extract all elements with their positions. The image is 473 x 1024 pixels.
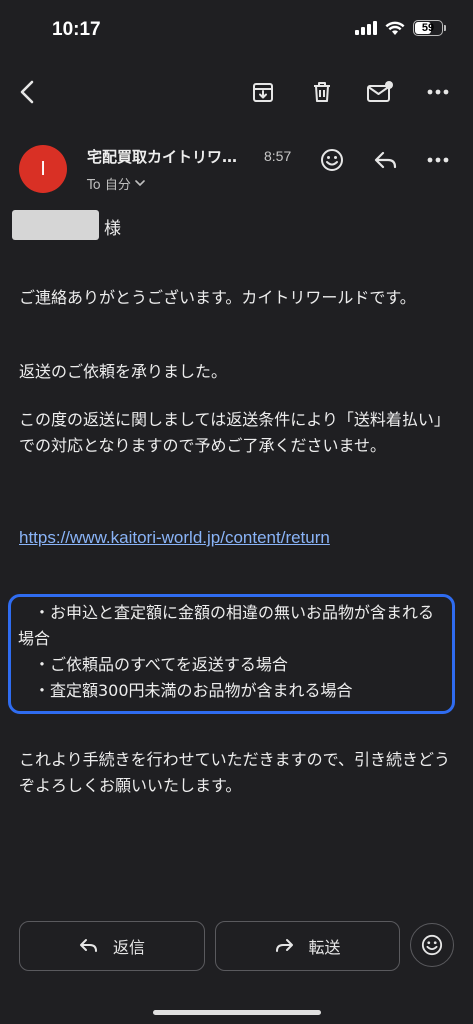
reply-label: 返信 (112, 938, 145, 957)
back-chevron-icon (20, 80, 34, 104)
recipient-details-toggle[interactable]: To 自分 (87, 174, 145, 193)
message-more-button[interactable] (420, 142, 456, 178)
body-paragraph-shipping: この度の返送に関しましては返送条件により「送料着払い」での対応となりますので予め… (19, 410, 450, 455)
return-policy-link[interactable]: https://www.kaitori-world.jp/content/ret… (19, 528, 330, 548)
reply-header-button[interactable] (368, 142, 404, 178)
status-icons: 59 (355, 20, 446, 36)
body-paragraph-greeting: ご連絡ありがとうございます。カイトリワールドです。 (19, 288, 416, 307)
emoji-reaction-button[interactable] (314, 142, 350, 178)
message-time: 8:57 (264, 148, 292, 164)
cellular-signal-icon (355, 21, 377, 35)
trash-icon (314, 82, 330, 102)
redacted-name (12, 210, 99, 240)
condition-item: ・ご依頼品のすべてを返送する場合 (18, 655, 288, 674)
battery-icon: 59 (413, 20, 446, 36)
forward-button[interactable]: 転送 (215, 921, 400, 971)
reply-button[interactable]: 返信 (19, 921, 205, 971)
mail-screen: 10:17 59 I 宅配買取カイトリワ… 8:57 To 自分 様 ご連絡あり… (0, 0, 473, 1024)
delete-button[interactable] (302, 72, 342, 112)
body-paragraph-closing: これより手続きを行わせていただきますので、引き続きどうぞよろしくお願いいたします… (19, 750, 451, 795)
status-time: 10:17 (52, 19, 101, 40)
return-conditions-list: ・お申込と査定額に金額の相違の無いお品物が含まれる場合 ・ご依頼品のすべてを返送… (18, 600, 444, 704)
battery-level: 59 (421, 22, 435, 34)
honorific: 様 (104, 219, 121, 239)
back-button[interactable] (8, 72, 48, 112)
archive-button[interactable] (243, 72, 283, 112)
forward-icon (276, 939, 294, 952)
mark-unread-button[interactable] (360, 72, 400, 112)
more-dots-icon (427, 157, 449, 163)
emoji-icon (321, 149, 343, 171)
condition-item: ・査定額300円未満のお品物が含まれる場合 (18, 681, 353, 700)
home-indicator[interactable] (153, 1010, 321, 1015)
sender-avatar[interactable]: I (19, 145, 67, 193)
reply-icon (79, 939, 97, 952)
status-bar: 10:17 59 (0, 0, 473, 62)
archive-icon (253, 83, 273, 102)
mail-toolbar (0, 62, 473, 122)
emoji-react-button[interactable] (410, 923, 454, 967)
chevron-down-icon (135, 180, 145, 187)
sender-initial: I (40, 157, 46, 180)
more-options-button[interactable] (418, 72, 458, 112)
mark-unread-icon (367, 81, 393, 102)
reply-icon (374, 151, 397, 169)
sender-name[interactable]: 宅配買取カイトリワ… (87, 146, 237, 167)
condition-item: ・お申込と査定額に金額の相違の無いお品物が含まれる場合 (18, 603, 435, 648)
emoji-icon (421, 934, 443, 956)
forward-label: 転送 (308, 938, 341, 957)
wifi-icon (385, 21, 405, 35)
recipient-label: To 自分 (87, 178, 131, 193)
more-dots-icon (427, 89, 449, 95)
body-paragraph-request: 返送のご依頼を承りました。 (19, 362, 228, 381)
